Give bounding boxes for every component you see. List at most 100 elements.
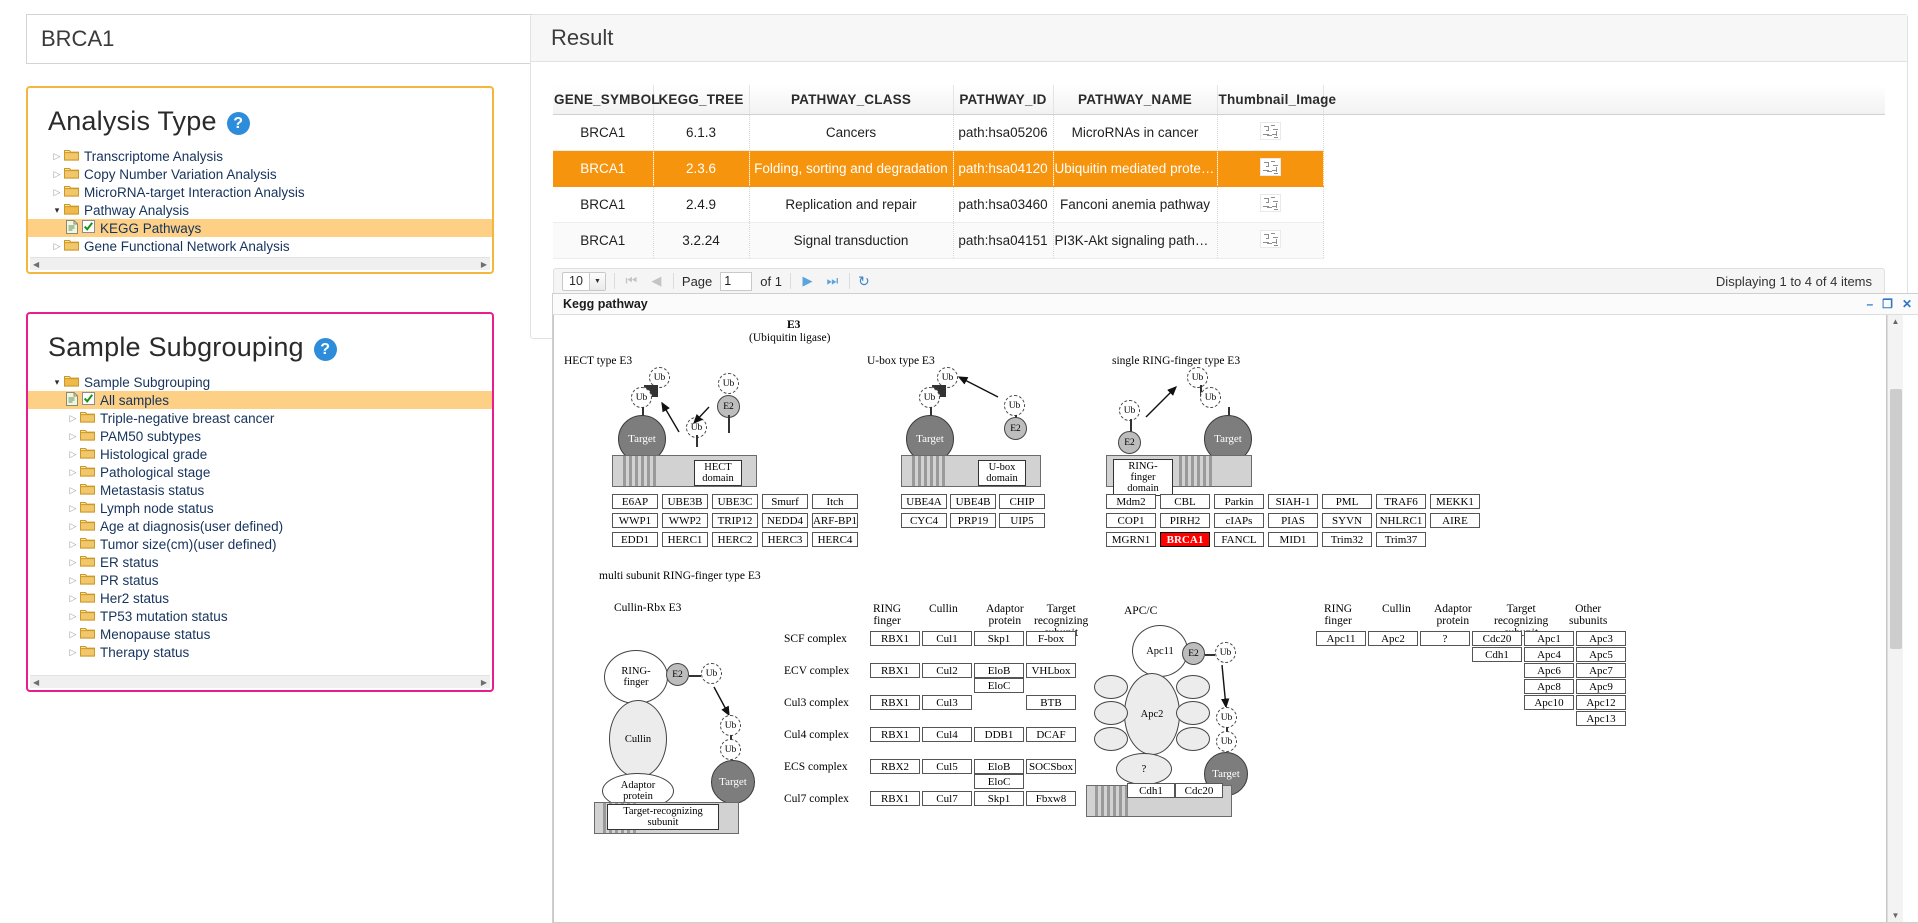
pathway-thumbnail-icon[interactable]: [1259, 157, 1281, 176]
help-icon[interactable]: ?: [226, 112, 250, 135]
apc-cell-q[interactable]: ?: [1420, 631, 1470, 646]
table-row[interactable]: BRCA1 2.4.9 Replication and repair path:hsa…: [553, 186, 1885, 223]
pathway-thumbnail-icon[interactable]: [1259, 229, 1281, 248]
apc-cell-apc9[interactable]: Apc9: [1576, 679, 1626, 694]
analysis-type-tree[interactable]: ▷ Transcriptome Analysis ▷ Copy Number Vari…: [28, 145, 492, 255]
tree-item-sample-subgrouping[interactable]: ▾ Sample Subgrouping: [28, 373, 492, 391]
chevron-right-icon[interactable]: ▷: [66, 521, 80, 532]
page-size-select[interactable]: 10 ▼: [562, 271, 606, 291]
checkbox-checked-icon[interactable]: [82, 220, 95, 236]
column-header[interactable]: PATHWAY_NAME: [1053, 85, 1218, 115]
apc-cell-apc3[interactable]: Apc3: [1576, 631, 1626, 646]
tree-item-pr-status[interactable]: ▷ PR status: [28, 571, 492, 589]
tree-item-therapy-status[interactable]: ▷ Therapy status: [28, 643, 492, 661]
chevron-right-icon[interactable]: ▷: [50, 187, 64, 198]
column-header[interactable]: KEGG_TREE: [653, 85, 750, 115]
pathway-thumbnail-icon[interactable]: [1259, 121, 1281, 140]
sample-subgrouping-tree[interactable]: ▾ Sample Subgrouping All samples ▷ Triple-ne…: [28, 371, 492, 661]
refresh-icon[interactable]: ↻: [858, 273, 870, 290]
chevron-right-icon[interactable]: ▷: [66, 449, 80, 460]
scroll-right-icon[interactable]: ▶: [481, 678, 487, 687]
apc-cell-apc1[interactable]: Apc1: [1524, 631, 1574, 646]
prev-page-icon[interactable]: ◀: [648, 273, 665, 289]
scrollbar-thumb[interactable]: [1889, 388, 1902, 649]
chevron-right-icon[interactable]: ▷: [66, 629, 80, 640]
tree-item-menopause-status[interactable]: ▷ Menopause status: [28, 625, 492, 643]
chevron-right-icon[interactable]: ▷: [50, 241, 64, 252]
apc-base-cdh1[interactable]: Cdh1: [1127, 783, 1175, 798]
chevron-right-icon[interactable]: ▷: [66, 467, 80, 478]
column-header[interactable]: PATHWAY_ID: [953, 85, 1054, 115]
chevron-right-icon[interactable]: ▷: [66, 485, 80, 496]
checkbox-checked-icon[interactable]: [82, 392, 95, 408]
maximize-icon[interactable]: ❐: [1882, 297, 1893, 311]
tree-item-age-at-diagnosis-user-defined[interactable]: ▷ Age at diagnosis(user defined): [28, 517, 492, 535]
chevron-right-icon[interactable]: ▷: [66, 503, 80, 514]
chevron-right-icon[interactable]: ▷: [66, 413, 80, 424]
apc-cell-cdc20[interactable]: Cdc20: [1472, 631, 1522, 646]
tree-item-lymph-node-status[interactable]: ▷ Lymph node status: [28, 499, 492, 517]
table-row[interactable]: BRCA1 2.3.6 Folding, sorting and degradati…: [553, 150, 1885, 187]
help-icon[interactable]: ?: [313, 338, 337, 361]
apc-base-cdc20[interactable]: Cdc20: [1175, 783, 1223, 798]
tree-item-triple-negative-breast-cancer[interactable]: ▷ Triple-negative breast cancer: [28, 409, 492, 427]
tree-item-pam50-subtypes[interactable]: ▷ PAM50 subtypes: [28, 427, 492, 445]
tree-item-er-status[interactable]: ▷ ER status: [28, 553, 492, 571]
tree-item-tumor-size-cm-user-defined[interactable]: ▷ Tumor size(cm)(user defined): [28, 535, 492, 553]
scroll-down-icon[interactable]: ▼: [1892, 911, 1900, 920]
chevron-right-icon[interactable]: ▷: [50, 151, 64, 162]
chevron-right-icon[interactable]: ▷: [66, 557, 80, 568]
apc-cell-apc11[interactable]: Apc11: [1316, 631, 1366, 646]
chevron-right-icon[interactable]: ▷: [66, 539, 80, 550]
chevron-right-icon[interactable]: ▷: [66, 575, 80, 586]
apc-cell-apc12[interactable]: Apc12: [1576, 695, 1626, 710]
table-cell-thumbnail[interactable]: [1217, 186, 1324, 223]
tree-item-tp53-mutation-status[interactable]: ▷ TP53 mutation status: [28, 607, 492, 625]
tree-item-metastasis-status[interactable]: ▷ Metastasis status: [28, 481, 492, 499]
next-page-icon[interactable]: ▶: [799, 273, 816, 289]
table-cell-thumbnail[interactable]: [1217, 150, 1324, 187]
chevron-right-icon[interactable]: ▷: [50, 169, 64, 180]
tree-item-her2-status[interactable]: ▷ Her2 status: [28, 589, 492, 607]
kegg-window-titlebar[interactable]: Kegg pathway – ❐ ✕: [553, 294, 1918, 315]
apc-cell-apc6[interactable]: Apc6: [1524, 663, 1574, 678]
tree-item-histological-grade[interactable]: ▷ Histological grade: [28, 445, 492, 463]
table-row[interactable]: BRCA1 6.1.3 Cancers path:hsa05206 MicroRNAs …: [553, 114, 1885, 151]
close-icon[interactable]: ✕: [1902, 297, 1912, 311]
scroll-up-icon[interactable]: ▲: [1892, 317, 1900, 326]
tree-item-pathological-stage[interactable]: ▷ Pathological stage: [28, 463, 492, 481]
tree-item-pathway-analysis[interactable]: ▾ Pathway Analysis: [28, 201, 492, 219]
apc-cell-apc4[interactable]: Apc4: [1524, 647, 1574, 662]
table-row[interactable]: BRCA1 3.2.24 Signal transduction path:hsa04…: [553, 222, 1885, 259]
last-page-icon[interactable]: ⏭: [824, 273, 841, 289]
chevron-down-icon[interactable]: ▾: [50, 205, 64, 216]
scroll-left-icon[interactable]: ◀: [33, 260, 39, 269]
tree-item-transcriptome-analysis[interactable]: ▷ Transcriptome Analysis: [28, 147, 492, 165]
tree-item-microrna-target-interaction-analysis[interactable]: ▷ MicroRNA-target Interaction Analysis: [28, 183, 492, 201]
minimize-icon[interactable]: –: [1866, 297, 1873, 311]
apc-cell-apc7[interactable]: Apc7: [1576, 663, 1626, 678]
chevron-right-icon[interactable]: ▷: [66, 647, 80, 658]
scroll-right-icon[interactable]: ▶: [481, 260, 487, 269]
table-cell-thumbnail[interactable]: [1217, 222, 1324, 259]
chevron-right-icon[interactable]: ▷: [66, 593, 80, 604]
column-header[interactable]: PATHWAY_CLASS: [749, 85, 954, 115]
chevron-down-icon[interactable]: ▾: [50, 377, 64, 388]
subgroup-horizontal-scrollbar[interactable]: ◀ ▶: [30, 675, 490, 688]
tree-item-kegg-pathways[interactable]: KEGG Pathways: [28, 219, 492, 237]
apc-cell-apc8[interactable]: Apc8: [1524, 679, 1574, 694]
column-header[interactable]: Thumbnail_Image: [1217, 85, 1336, 115]
kegg-pathway-diagram[interactable]: E3 (Ubiquitin ligase) HECT type E3 Ub Ub Targ…: [553, 315, 1887, 922]
apc-cell-apc13[interactable]: Apc13: [1576, 711, 1626, 726]
page-number-input[interactable]: [720, 271, 753, 291]
apc-cell-apc5[interactable]: Apc5: [1576, 647, 1626, 662]
tree-item-all-samples[interactable]: All samples: [28, 391, 492, 409]
scroll-left-icon[interactable]: ◀: [33, 678, 39, 687]
analysis-horizontal-scrollbar[interactable]: ◀ ▶: [30, 257, 490, 270]
apc-cell-apc2[interactable]: Apc2: [1368, 631, 1418, 646]
search-input[interactable]: [26, 14, 536, 64]
apc-cell-cdh1[interactable]: Cdh1: [1472, 647, 1522, 662]
tree-item-gene-functional-network-analysis[interactable]: ▷ Gene Functional Network Analysis: [28, 237, 492, 255]
chevron-down-icon[interactable]: ▼: [588, 272, 605, 290]
kegg-vertical-scrollbar[interactable]: ▲ ▼: [1887, 315, 1903, 922]
